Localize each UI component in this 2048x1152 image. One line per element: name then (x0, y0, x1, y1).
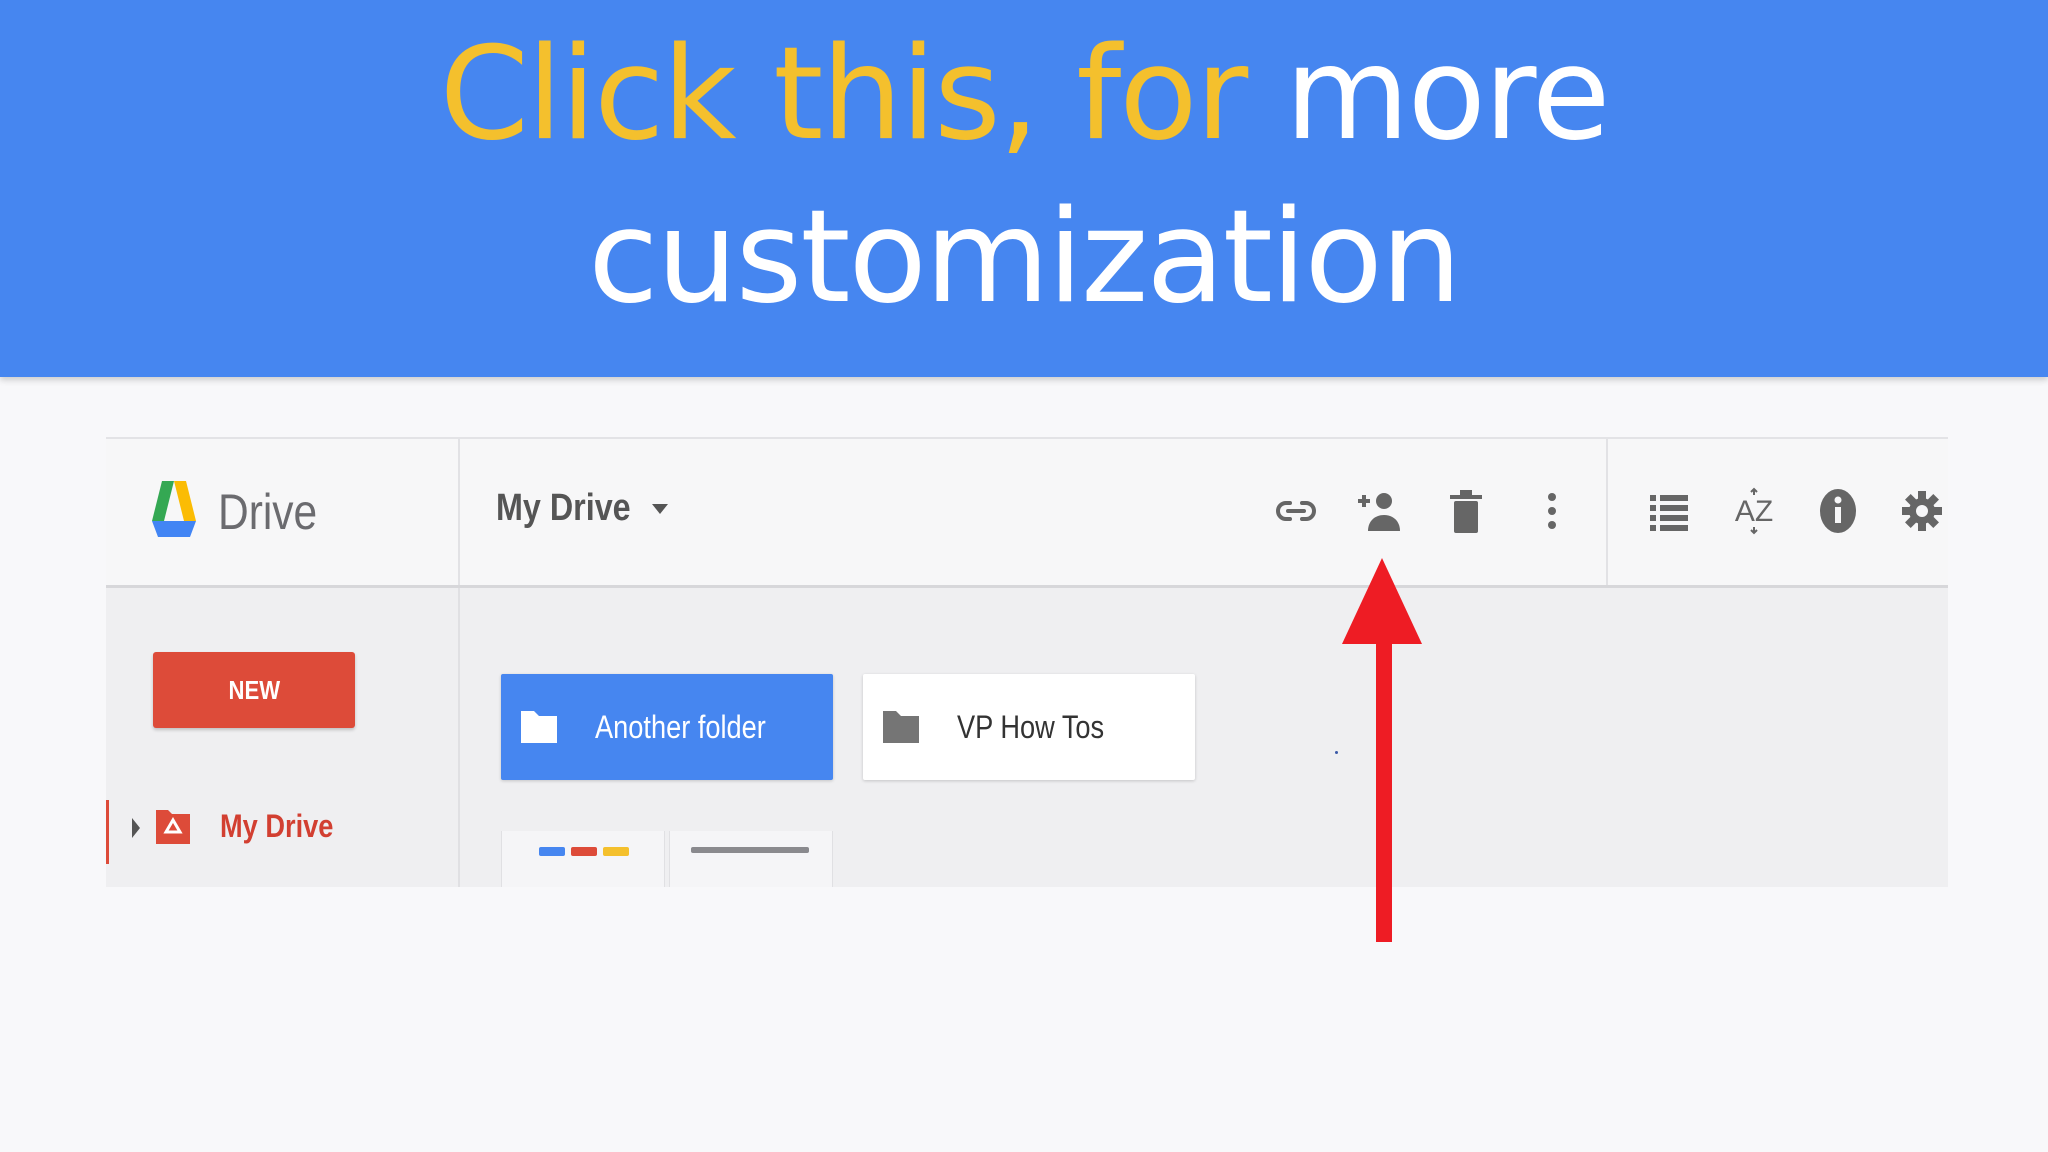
thumbnail-bar-yellow (603, 847, 629, 856)
folder-name: Another folder (595, 708, 766, 745)
dropdown-caret-icon (652, 503, 669, 514)
drive-logo-icon (152, 481, 196, 537)
drive-screenshot: Drive My Drive AZ NEW My Drive Another f… (106, 437, 1948, 887)
toolbar-divider (1606, 439, 1608, 585)
red-arrow-annotation (1342, 558, 1422, 942)
sidebar: NEW My Drive (106, 588, 460, 887)
my-drive-folder-icon (156, 810, 190, 844)
cursor-dot (1335, 751, 1338, 754)
settings-gear-icon[interactable] (1896, 485, 1948, 537)
drive-topbar: Drive My Drive AZ (106, 439, 1948, 588)
sidebar-item-my-drive[interactable]: My Drive (106, 800, 458, 864)
info-icon[interactable] (1812, 485, 1864, 537)
file-thumbnail[interactable] (669, 831, 833, 887)
banner-line-2: customization (588, 183, 1462, 332)
expand-arrow-icon[interactable] (132, 818, 140, 838)
folder-icon (521, 711, 557, 743)
folder-card-vp-how-tos[interactable]: VP How Tos (863, 674, 1195, 780)
topbar-divider (458, 439, 460, 585)
link-icon[interactable] (1270, 485, 1322, 537)
add-person-icon[interactable] (1354, 485, 1406, 537)
thumbnail-line (691, 847, 809, 853)
folder-card-another-folder[interactable]: Another folder (501, 674, 833, 780)
banner-rest-text: more (1284, 20, 1611, 169)
banner-line-1: Click this, for more (0, 15, 2048, 175)
breadcrumb-my-drive-menu[interactable]: My Drive (496, 487, 669, 530)
new-button-label: NEW (228, 674, 280, 705)
folder-icon (883, 711, 919, 743)
list-view-icon[interactable] (1642, 485, 1694, 537)
folder-name: VP How Tos (957, 708, 1105, 745)
thumbnail-bar-blue (539, 847, 565, 856)
file-thumbnail[interactable] (501, 831, 665, 887)
active-nav-indicator (106, 800, 109, 864)
trash-icon[interactable] (1440, 485, 1492, 537)
sort-az-icon[interactable]: AZ (1728, 485, 1780, 537)
instruction-banner: Click this, for more customization (0, 0, 2048, 377)
sidebar-item-label: My Drive (220, 808, 334, 844)
breadcrumb-label: My Drive (496, 487, 631, 529)
svg-text:AZ: AZ (1735, 495, 1773, 528)
more-vert-icon[interactable] (1526, 485, 1578, 537)
banner-highlight-text: Click this, for (439, 20, 1285, 169)
new-button[interactable]: NEW (153, 652, 355, 728)
drive-app-name: Drive (218, 484, 318, 540)
thumbnail-bar-red (571, 847, 597, 856)
